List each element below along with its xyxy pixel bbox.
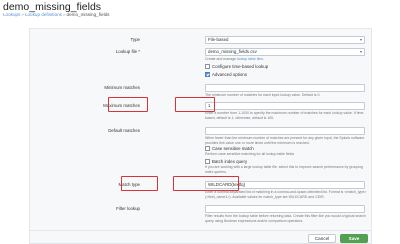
checkbox-box[interactable]	[205, 159, 210, 164]
filter-lookup-input[interactable]	[205, 205, 365, 213]
case-sensitive-checkbox[interactable]: Case sensitive match	[205, 146, 254, 151]
lookup-file-help-text: Create and manage	[205, 57, 237, 61]
maximum-matches-help: Enter a number from 1-1000 to specify th…	[205, 111, 365, 120]
type-select-value: File-based	[208, 37, 229, 42]
filter-lookup-help: Filter results from the lookup table bef…	[205, 214, 366, 223]
batch-index-query-help: If you are working with a large lookup t…	[205, 165, 363, 174]
minimum-matches-label: Minimum matches	[104, 85, 140, 90]
default-matches-input[interactable]	[205, 127, 365, 135]
breadcrumb-separator: »	[21, 12, 24, 17]
breadcrumb-lookup-definitions[interactable]: Lookup definitions	[25, 12, 62, 17]
time-based-lookup-label: Configure time-based lookup	[212, 64, 269, 69]
lookup-file-select[interactable]: demo_missing_fields.csv ▾	[205, 48, 365, 56]
lookup-file-help-suffix: .	[263, 57, 264, 61]
chevron-down-icon: ▾	[359, 37, 362, 42]
case-sensitive-label: Case sensitive match	[212, 146, 254, 151]
checkbox-box[interactable]	[205, 146, 210, 151]
match-type-input-highlight	[173, 176, 239, 191]
maximum-matches-input[interactable]: 1	[205, 102, 365, 110]
match-type-help: Enter a comma-separated list of matching…	[205, 190, 367, 199]
type-label: Type	[130, 37, 140, 42]
lookup-definition-form: Type File-based ▾ Lookup file * demo_mis…	[29, 28, 372, 244]
batch-index-query-label: Batch index query	[212, 159, 248, 164]
footer-divider	[30, 230, 371, 231]
type-select[interactable]: File-based ▾	[205, 36, 365, 44]
match-type-label-highlight	[121, 176, 158, 191]
breadcrumb-lookups[interactable]: Lookups	[3, 12, 20, 17]
cancel-button[interactable]: Cancel	[308, 234, 336, 243]
filter-lookup-label: Filter lookup	[116, 206, 140, 211]
lookup-file-label: Lookup file *	[115, 49, 140, 54]
case-sensitive-help: Perform case sensitive matching for all …	[205, 152, 295, 156]
minimum-matches-help: The minimum number of matches for each i…	[205, 93, 321, 97]
lookup-file-select-value: demo_missing_fields.csv	[208, 49, 257, 54]
breadcrumb: Lookups»Lookup definitions»demo_missing_…	[3, 12, 109, 17]
breadcrumb-current: demo_missing_fields	[66, 12, 110, 17]
advanced-options-checkbox[interactable]: Advanced options	[205, 72, 247, 77]
save-button[interactable]: Save	[340, 234, 368, 243]
batch-index-query-checkbox[interactable]: Batch index query	[205, 159, 247, 164]
time-based-lookup-checkbox[interactable]: Configure time-based lookup	[205, 64, 268, 69]
default-matches-help: When fewer than the minimum number of ma…	[205, 136, 365, 145]
advanced-options-label: Advanced options	[212, 72, 247, 77]
minimum-matches-input[interactable]	[205, 84, 365, 92]
maximum-matches-input-highlight	[175, 97, 215, 112]
maximum-matches-label-highlight	[108, 97, 148, 112]
default-matches-label: Default matches	[108, 128, 140, 133]
checkbox-box[interactable]	[205, 64, 210, 69]
lookup-file-help: Create and manage lookup table files.	[205, 57, 264, 62]
breadcrumb-separator: »	[62, 12, 66, 17]
chevron-down-icon: ▾	[359, 49, 362, 54]
check-icon[interactable]	[205, 72, 210, 77]
lookup-table-files-link[interactable]: lookup table files	[237, 57, 263, 61]
